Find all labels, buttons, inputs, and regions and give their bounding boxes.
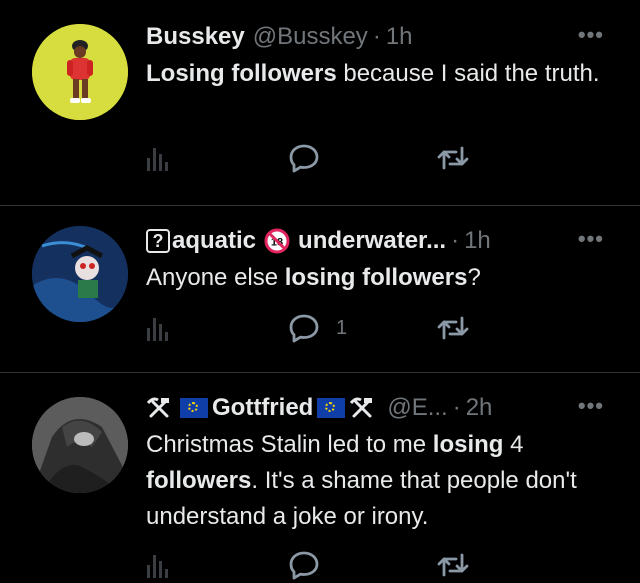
eu-flag-icon <box>180 398 208 418</box>
separator-dot: · <box>452 394 461 421</box>
tweet-actions: 1 <box>146 312 506 344</box>
reply-icon <box>289 314 319 343</box>
tweet-text-bold: Losing followers <box>146 60 337 87</box>
tweet-2[interactable]: ? aquatic 18 underwater... · 1h ••• Anyo… <box>0 206 640 372</box>
timestamp[interactable]: 1h <box>386 23 413 51</box>
avatar[interactable] <box>32 24 128 120</box>
analytics-button[interactable] <box>146 142 172 174</box>
tweet-text: Anyone else losing followers? <box>146 260 610 296</box>
display-name-suffix[interactable]: underwater... <box>298 227 446 255</box>
retweet-icon <box>437 553 469 577</box>
separator-dot: · <box>451 227 460 254</box>
username[interactable]: @Busskey <box>253 23 368 51</box>
tweet-text-normal: ? <box>467 264 481 291</box>
retweet-button[interactable] <box>436 549 470 581</box>
more-options-icon[interactable]: ••• <box>578 393 604 419</box>
tweet-text-normal: 4 <box>503 431 524 458</box>
analytics-icon <box>147 148 168 171</box>
retweet-icon <box>437 146 469 170</box>
display-name[interactable]: Gottfried <box>212 394 313 422</box>
hammer-and-pick-icon <box>350 397 373 418</box>
avatar[interactable] <box>32 226 128 322</box>
tweet-text-bold: followers <box>146 467 252 494</box>
display-name[interactable]: aquatic <box>172 227 256 255</box>
avatar[interactable] <box>32 397 128 493</box>
timestamp[interactable]: 2h <box>466 394 493 422</box>
tweet-text: Christmas Stalin led to me losing 4 foll… <box>146 427 610 535</box>
tweet-text-bold: losing <box>432 431 504 458</box>
analytics-icon <box>147 318 168 341</box>
display-name[interactable]: Busskey <box>146 23 245 51</box>
reply-button[interactable] <box>288 549 320 581</box>
tweet-header: ? aquatic 18 underwater... · 1h <box>146 224 600 258</box>
tweet-header: Gottfried @E... · 2h <box>146 391 600 425</box>
reply-icon <box>289 551 319 580</box>
tweet-text-normal: Christmas Stalin led to me <box>146 431 433 458</box>
reply-count: 1 <box>336 316 348 339</box>
timestamp[interactable]: 1h <box>464 227 491 255</box>
tweet-text-normal: Anyone else <box>146 264 285 291</box>
more-options-icon[interactable]: ••• <box>578 22 604 48</box>
tweet-text: Losing followers because I said the trut… <box>146 56 610 92</box>
analytics-button[interactable] <box>146 549 172 581</box>
eu-flag-icon <box>317 398 346 418</box>
separator-dot: · <box>372 23 381 50</box>
reply-button[interactable] <box>288 142 320 174</box>
retweet-button[interactable] <box>436 142 470 174</box>
tweet-text-normal: because I said the truth. <box>336 60 600 87</box>
analytics-icon <box>147 555 168 578</box>
retweet-button[interactable] <box>436 312 470 344</box>
tweet-3[interactable]: Gottfried @E... · 2h ••• Christmas Stali… <box>0 373 640 583</box>
retweet-icon <box>437 316 469 340</box>
reply-button[interactable]: 1 <box>288 312 347 344</box>
tweet-actions <box>146 549 506 581</box>
tweet-1[interactable]: Busskey @Busskey · 1h ••• Losing followe… <box>0 0 640 205</box>
tweet-text-bold: losing followers <box>284 264 468 291</box>
hammer-and-pick-icon <box>146 397 169 418</box>
tweet-header: Busskey @Busskey · 1h <box>146 20 600 54</box>
username[interactable]: @E... <box>387 394 447 422</box>
more-options-icon[interactable]: ••• <box>578 226 604 252</box>
reply-icon <box>289 144 319 173</box>
tweet-actions <box>146 142 506 174</box>
no-under-18-icon: 18 <box>264 228 290 254</box>
analytics-button[interactable] <box>146 312 172 344</box>
unknown-emoji-icon: ? <box>146 229 170 253</box>
